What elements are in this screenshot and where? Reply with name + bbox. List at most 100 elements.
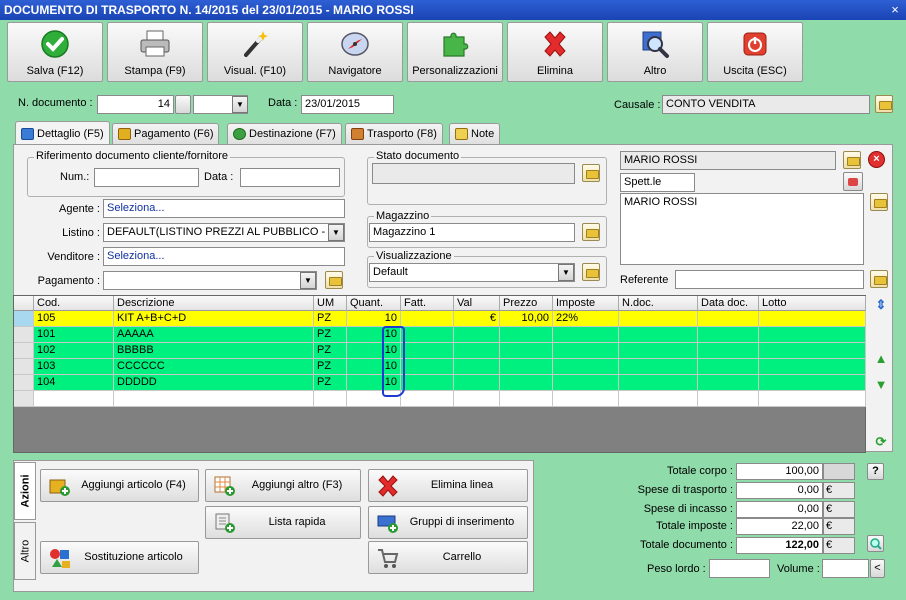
grid-header-3[interactable]: Quant. [347, 296, 401, 311]
seller-input[interactable]: Seleziona... [103, 247, 345, 266]
tab-pagamento[interactable]: Pagamento (F6) [112, 123, 220, 144]
grid-cell-descr[interactable]: BBBBB [114, 343, 314, 359]
doc-number-spin-button[interactable] [175, 95, 191, 114]
grid-cell-col8[interactable] [619, 327, 698, 343]
tab-altro[interactable]: Altro [14, 522, 36, 580]
pricelist-select[interactable]: DEFAULT(LISTINO PREZZI AL PUBBLICO - E_C [103, 223, 345, 242]
save-button[interactable]: Salva (F12) [7, 22, 103, 82]
stamp-button[interactable] [843, 172, 863, 191]
grid-header-7[interactable]: Imposte [553, 296, 619, 311]
replace-article-button[interactable]: Sostituzione articolo [40, 541, 199, 574]
grid-cell-val[interactable] [454, 359, 500, 375]
tab-destinazione[interactable]: Destinazione (F7) [227, 123, 342, 144]
grid-cell-col10[interactable] [759, 359, 866, 375]
tab-note[interactable]: Note [449, 123, 501, 144]
grid-cell-um[interactable]: PZ [314, 311, 347, 327]
grid-cell-imposte[interactable] [553, 375, 619, 391]
customer-title-input[interactable]: Spett.le [620, 173, 695, 192]
grid-header-8[interactable]: N.doc. [619, 296, 698, 311]
grid-cell-col9[interactable] [698, 391, 759, 407]
move-up-icon[interactable]: ▲ [873, 349, 889, 367]
grid-cell-col10[interactable] [759, 311, 866, 327]
grid-header-0[interactable]: Cod. [34, 296, 114, 311]
view-folder-button[interactable] [582, 263, 600, 281]
grid-cell-fatt[interactable] [401, 311, 454, 327]
grid-header-2[interactable]: UM [314, 296, 347, 311]
grid-cell-prezzo[interactable] [500, 375, 553, 391]
grid-cell-cod[interactable]: 101 [34, 327, 114, 343]
row-indicator[interactable] [14, 327, 34, 343]
grid-cell-imposte[interactable] [553, 359, 619, 375]
grid-cell-col9[interactable] [698, 343, 759, 359]
gross-weight-input[interactable] [709, 559, 770, 578]
print-button[interactable]: Stampa (F9) [107, 22, 203, 82]
grid-header-9[interactable]: Data doc. [698, 296, 759, 311]
grid-cell-um[interactable]: PZ [314, 359, 347, 375]
grid-cell-col9[interactable] [698, 359, 759, 375]
grid-cell-col9[interactable] [698, 311, 759, 327]
customer-remove-icon[interactable]: × [868, 151, 885, 168]
row-indicator[interactable] [14, 359, 34, 375]
pricelist-dropdown-button[interactable]: ▼ [328, 224, 344, 241]
grid-cell-um[interactable]: PZ [314, 375, 347, 391]
status-folder-button[interactable] [582, 164, 600, 182]
grid-cell-val[interactable] [454, 327, 500, 343]
delete-button[interactable]: Elimina [507, 22, 603, 82]
doc-number-input[interactable]: 14 [97, 95, 174, 114]
tab-trasporto[interactable]: Trasporto (F8) [345, 123, 443, 144]
zoom-total-button[interactable] [867, 535, 884, 552]
view-select[interactable]: Default [369, 263, 575, 282]
grid-cell-imposte[interactable] [553, 327, 619, 343]
tab-azioni[interactable]: Azioni [14, 462, 36, 520]
grid-header-4[interactable]: Fatt. [401, 296, 454, 311]
grid-cell-cod[interactable] [34, 391, 114, 407]
view-dropdown-button[interactable]: ▼ [558, 264, 574, 281]
customizations-button[interactable]: Personalizzazioni [407, 22, 503, 82]
navigator-button[interactable]: Navigatore [307, 22, 403, 82]
quick-list-button[interactable]: Lista rapida [205, 506, 361, 539]
referente-input[interactable] [675, 270, 864, 289]
grid-cell-col10[interactable] [759, 327, 866, 343]
shipping-cost-input[interactable]: 0,00 [736, 482, 823, 499]
address-folder-button[interactable] [870, 193, 888, 211]
grid-cell-imposte[interactable] [553, 391, 619, 407]
row-indicator[interactable] [14, 343, 34, 359]
grid-cell-descr[interactable]: KIT A+B+C+D [114, 311, 314, 327]
exit-button[interactable]: Uscita (ESC) [707, 22, 803, 82]
grid-cell-prezzo[interactable] [500, 391, 553, 407]
referente-folder-button[interactable] [870, 270, 888, 288]
doc-date-input[interactable]: 23/01/2015 [301, 95, 394, 114]
grid-cell-val[interactable] [454, 391, 500, 407]
grid-cell-prezzo[interactable]: 10,00 [500, 311, 553, 327]
grid-cell-col8[interactable] [619, 391, 698, 407]
causale-folder-button[interactable] [875, 95, 893, 113]
doc-series-dropdown-button[interactable]: ▼ [232, 96, 248, 113]
collection-cost-input[interactable]: 0,00 [736, 501, 823, 518]
grid-cell-col8[interactable] [619, 375, 698, 391]
grid-cell-val[interactable] [454, 343, 500, 359]
grid-cell-prezzo[interactable] [500, 327, 553, 343]
grid-header-10[interactable]: Lotto [759, 296, 866, 311]
grid-cell-um[interactable]: PZ [314, 327, 347, 343]
grid-header-6[interactable]: Prezzo [500, 296, 553, 311]
row-indicator[interactable] [14, 311, 34, 327]
grid-header-5[interactable]: Val [454, 296, 500, 311]
ref-num-input[interactable] [94, 168, 199, 187]
grid-cell-col8[interactable] [619, 311, 698, 327]
warehouse-input[interactable]: Magazzino 1 [369, 223, 575, 242]
grid-cell-cod[interactable]: 103 [34, 359, 114, 375]
grid-cell-fatt[interactable] [401, 375, 454, 391]
grid-cell-col9[interactable] [698, 375, 759, 391]
customer-name-input[interactable]: MARIO ROSSI [620, 151, 836, 170]
agent-input[interactable]: Seleziona... [103, 199, 345, 218]
grid-cell-col8[interactable] [619, 343, 698, 359]
grid-cell-descr[interactable]: DDDDD [114, 375, 314, 391]
payment-folder-button[interactable] [325, 271, 343, 289]
grid-cell-descr[interactable] [114, 391, 314, 407]
visual-button[interactable]: Visual. (F10) [207, 22, 303, 82]
other-button[interactable]: Altro [607, 22, 703, 82]
grid-cell-prezzo[interactable] [500, 343, 553, 359]
payment-select[interactable] [103, 271, 317, 290]
grid-cell-um[interactable]: PZ [314, 343, 347, 359]
add-article-button[interactable]: Aggiungi articolo (F4) [40, 469, 199, 502]
